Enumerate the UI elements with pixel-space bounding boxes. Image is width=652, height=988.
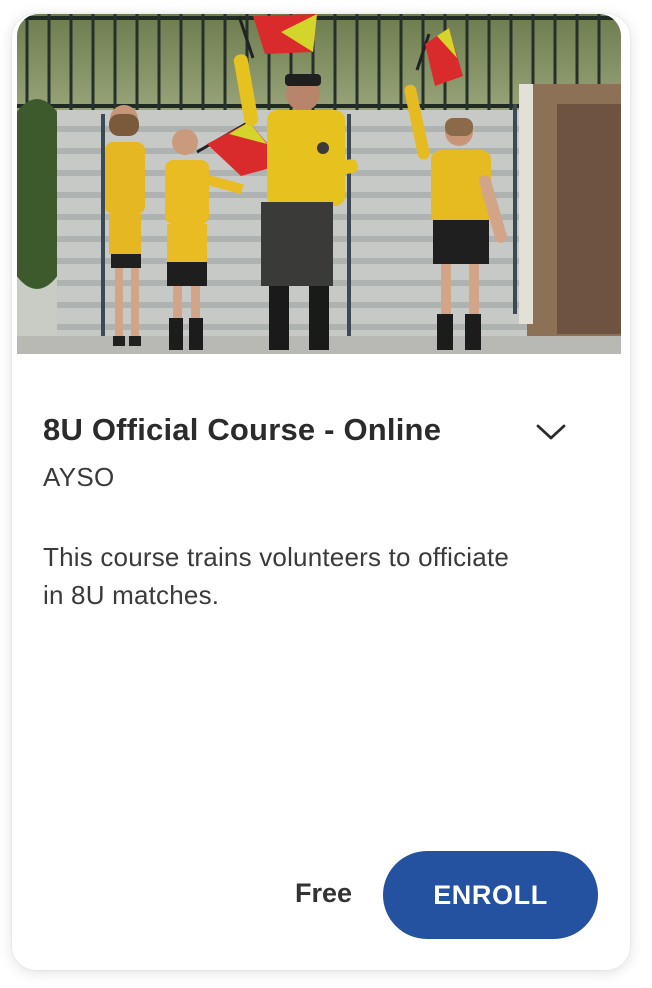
- course-organization: AYSO: [43, 462, 115, 492]
- course-title: 8U Official Course - Online: [43, 412, 442, 447]
- chevron-down-icon: [536, 424, 566, 440]
- enroll-button[interactable]: ENROLL: [383, 851, 598, 939]
- course-title-row: 8U Official Course - Online: [43, 412, 603, 452]
- course-description: This course trains volunteers to officia…: [43, 542, 510, 610]
- course-hero-image: [17, 14, 621, 354]
- course-price: Free: [295, 878, 353, 908]
- expand-button[interactable]: [531, 412, 571, 452]
- course-card: 8U Official Course - Online AYSO This co…: [12, 14, 630, 970]
